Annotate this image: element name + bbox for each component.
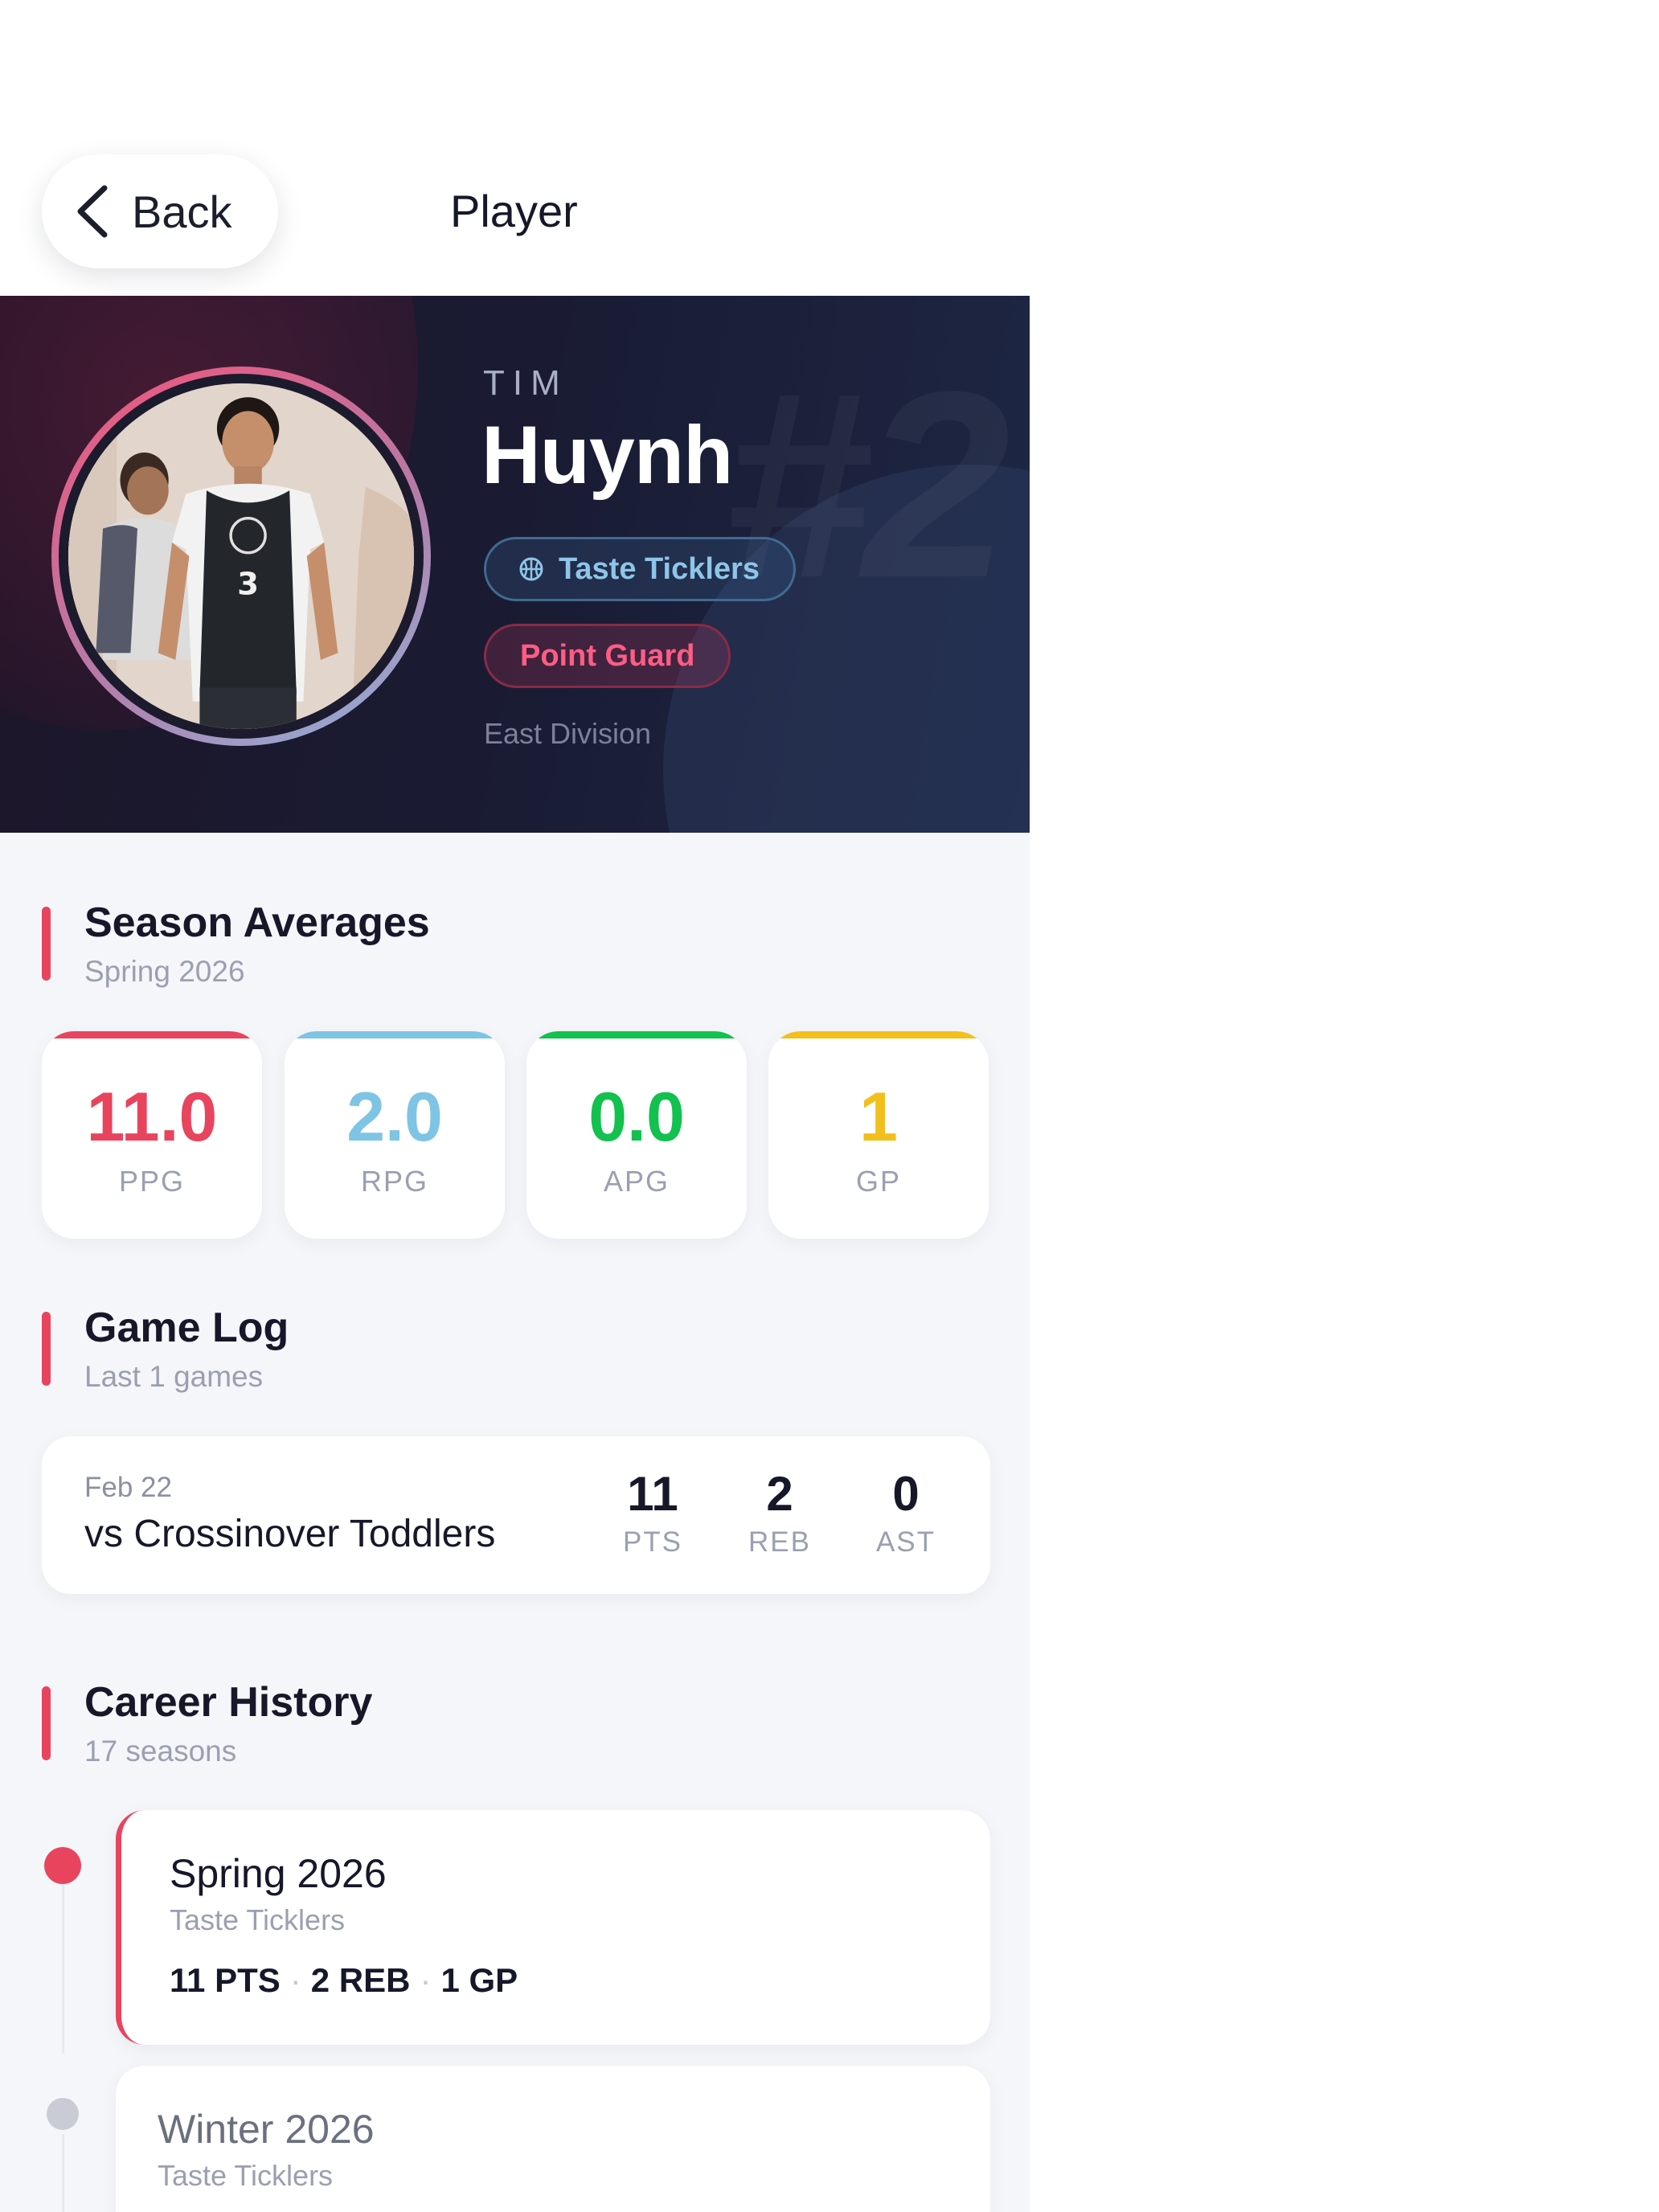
game-stat-value: 11 [627,1467,678,1521]
season-card-current[interactable]: Spring 2026 Taste Ticklers 11 PTS · 2 REB ·… [116,1810,990,2045]
season-pts: 11 PTS [170,1961,281,1999]
game-stat-label: REB [748,1526,811,1558]
stat-label: APG [603,1165,670,1198]
back-label: Back [132,186,232,237]
page-title: Player [450,186,578,236]
season-averages-subtitle: Spring 2026 [84,955,245,988]
player-first-name: TIM [483,363,568,403]
player-hero: #2 [0,296,1030,833]
season-stats: 11 PTS · 2 REB · 1 GP [170,1961,518,1999]
season-team: Taste Ticklers [158,2159,334,2192]
game-stat-value: 2 [766,1467,793,1521]
avatar: 3 [51,367,431,746]
season-averages-title: Season Averages [84,899,430,946]
season-card[interactable]: Winter 2026 Taste Ticklers [116,2066,990,2212]
stat-value: 11.0 [86,1079,218,1156]
game-stat-label: PTS [622,1526,683,1558]
stat-card-apg: 0.0 APG [526,1031,747,1239]
svg-text:3: 3 [237,566,259,602]
game-log-title: Game Log [84,1305,289,1351]
game-date: Feb 22 [84,1472,172,1503]
game-stat-label: AST [875,1526,936,1558]
stat-card-ppg: 11.0 PPG [42,1031,262,1239]
player-last-name: Huynh [481,409,733,501]
game-stat-ast: 0 AST [858,1470,954,1559]
game-opponent: vs Crossinover Toddlers [84,1513,496,1555]
season-reb: 2 REB [310,1961,411,1999]
stat-value: 2.0 [346,1079,443,1156]
stat-value: 1 [859,1079,898,1156]
timeline-line [62,2134,64,2212]
career-history-title: Career History [84,1679,373,1726]
season-team: Taste Ticklers [170,1903,346,1936]
section-accent-bar [42,1686,51,1760]
stat-label: PPG [118,1165,186,1198]
division-label: East Division [484,717,652,750]
game-log-subtitle: Last 1 games [84,1360,264,1393]
stat-label: RPG [360,1165,428,1198]
chevron-left-icon [77,185,108,238]
player-photo: 3 [68,383,414,729]
season-name: Spring 2026 [170,1851,387,1896]
game-stat-reb: 2 REB [731,1470,828,1559]
position-label: Point Guard [520,638,695,673]
team-name: Taste Ticklers [559,551,760,586]
game-log-row[interactable]: Feb 22 vs Crossinover Toddlers 11 PTS 2 … [42,1436,990,1594]
basketball-icon [519,557,543,581]
stat-value: 0.0 [588,1079,685,1156]
stat-card-rpg: 2.0 RPG [285,1031,505,1239]
season-gp: 1 GP [440,1961,518,1999]
stat-card-gp: 1 GP [768,1031,989,1239]
timeline-dot-active [44,1847,81,1884]
timeline-dot [47,2098,79,2130]
section-accent-bar [42,907,51,981]
stat-label: GP [855,1165,901,1198]
team-badge[interactable]: Taste Ticklers [484,537,796,601]
top-nav: Back Player [0,0,1030,296]
career-history-subtitle: 17 seasons [84,1735,237,1768]
position-badge: Point Guard [484,624,731,688]
player-screen: Back Player #2 [0,0,1030,2212]
game-stat-pts: 11 PTS [604,1470,701,1559]
game-stat-value: 0 [892,1467,920,1521]
timeline-line [62,1885,64,2054]
season-name: Winter 2026 [158,2107,375,2152]
section-accent-bar [42,1312,51,1386]
back-button[interactable]: Back [42,154,278,268]
